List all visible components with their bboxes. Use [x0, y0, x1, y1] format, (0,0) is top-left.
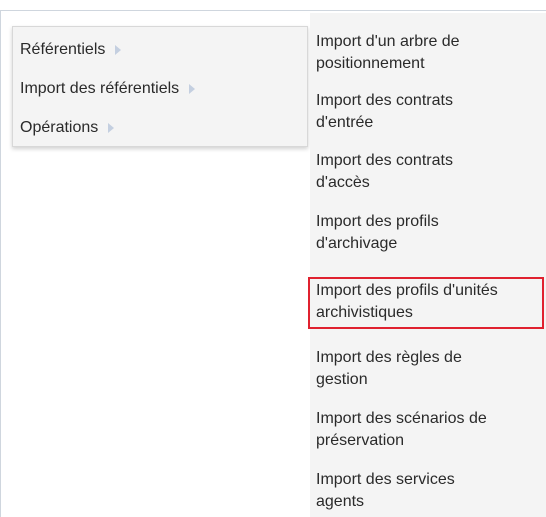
submenu-item-regles-gestion[interactable]: Import des règles de gestion	[316, 347, 544, 391]
submenu-item-label-line2: archivistiques	[316, 304, 413, 321]
main-menu: Référentiels Import des référentiels Opé…	[12, 26, 308, 147]
chevron-right-icon	[189, 84, 196, 94]
submenu-item-label-line1: Import des profils d'unités	[316, 282, 498, 299]
submenu-item-label-line2: d'accès	[316, 174, 370, 191]
submenu-item-label-line1: Import des profils	[316, 213, 439, 230]
submenu-item-label-line2: agents	[316, 493, 365, 510]
submenu-item-label-line1: Import des services	[316, 471, 455, 488]
submenu-item-arbre-positionnement[interactable]: Import d'un arbre de positionnement	[316, 31, 544, 75]
chevron-right-icon	[115, 45, 122, 55]
menu-item-label: Import des référentiels	[20, 80, 180, 97]
submenu-item-label-line1: Import des règles de	[316, 349, 462, 366]
submenu-item-label-line2: d'archivage	[316, 235, 398, 252]
submenu-item-profils-archivage[interactable]: Import des profils d'archivage	[316, 211, 544, 255]
menu-item-operations[interactable]: Opérations	[20, 115, 115, 141]
submenu-item-services-agents[interactable]: Import des services agents	[316, 469, 544, 513]
top-divider	[0, 10, 546, 11]
submenu-item-label-line2: d'entrée	[316, 114, 374, 131]
left-divider	[0, 10, 1, 517]
screenshot-frame: Référentiels Import des référentiels Opé…	[0, 0, 546, 517]
submenu-item-profils-unites-archivistiques[interactable]: Import des profils d'unités archivistiqu…	[316, 280, 544, 324]
submenu-item-label-line1: Import des contrats	[316, 92, 453, 109]
submenu-item-label-line2: gestion	[316, 371, 368, 388]
submenu-item-label-line1: Import d'un arbre de	[316, 33, 460, 50]
submenu-item-label-line2: préservation	[316, 432, 405, 449]
submenu-item-contrats-acces[interactable]: Import des contrats d'accès	[316, 150, 544, 194]
import-submenu: Import d'un arbre de positionnement Impo…	[310, 13, 546, 517]
submenu-item-contrats-entree[interactable]: Import des contrats d'entrée	[316, 90, 544, 134]
submenu-item-label-line2: positionnement	[316, 55, 425, 72]
submenu-item-label-line1: Import des contrats	[316, 152, 453, 169]
menu-item-import-referentiels[interactable]: Import des référentiels	[20, 76, 196, 102]
chevron-right-icon	[108, 123, 115, 133]
submenu-item-scenarios-preservation[interactable]: Import des scénarios de préservation	[316, 408, 544, 452]
menu-item-referentiels[interactable]: Référentiels	[20, 37, 122, 63]
menu-item-label: Référentiels	[20, 41, 106, 58]
submenu-item-label-line1: Import des scénarios de	[316, 410, 487, 427]
menu-item-label: Opérations	[20, 119, 99, 136]
